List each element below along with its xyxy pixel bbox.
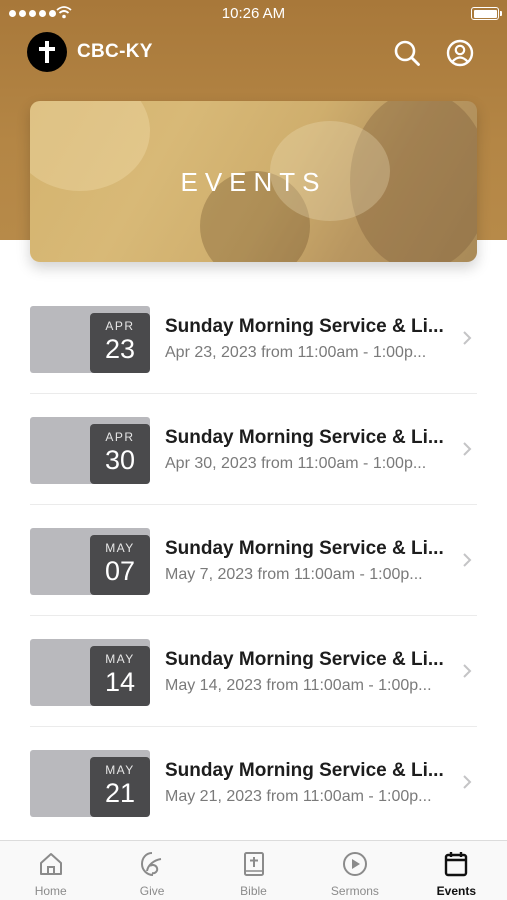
date-day: 14 <box>104 667 136 697</box>
event-datetime: May 21, 2023 from 11:00am - 1:00p... <box>165 788 432 805</box>
tab-bar: Home Give Bible Sermons Events <box>0 840 507 900</box>
chevron-right-icon <box>463 664 472 678</box>
date-day: 23 <box>104 334 136 364</box>
status-time: 10:26 AM <box>221 5 286 22</box>
date-month: APR <box>105 319 135 333</box>
tab-label: Events <box>436 884 476 898</box>
event-title: Sunday Morning Service & Li... <box>165 760 444 781</box>
event-list-item[interactable]: APR 23 Sunday Morning Service & Li... Ap… <box>30 283 477 394</box>
date-day: 07 <box>104 556 136 586</box>
date-badge: APR 30 <box>90 424 150 484</box>
date-month: MAY <box>105 652 135 666</box>
tab-sermons[interactable]: Sermons <box>304 841 405 900</box>
chevron-right-icon <box>463 442 472 456</box>
tab-label: Sermons <box>330 884 379 898</box>
event-title: Sunday Morning Service & Li... <box>165 649 444 670</box>
event-list-item[interactable]: MAY 21 Sunday Morning Service & Li... Ma… <box>30 727 477 838</box>
hero-title: EVENTS <box>180 167 327 197</box>
tab-label: Home <box>34 884 67 898</box>
chevron-right-icon <box>463 331 472 345</box>
user-account-icon[interactable] <box>446 39 474 67</box>
event-list-item[interactable]: APR 30 Sunday Morning Service & Li... Ap… <box>30 394 477 505</box>
date-day: 30 <box>104 445 136 475</box>
date-badge: MAY 07 <box>90 535 150 595</box>
event-datetime: Apr 23, 2023 from 11:00am - 1:00p... <box>165 344 427 361</box>
event-title: Sunday Morning Service & Li... <box>165 538 444 559</box>
date-day: 21 <box>104 778 136 808</box>
date-badge: MAY 14 <box>90 646 150 706</box>
cross-icon[interactable] <box>27 32 67 72</box>
date-badge: APR 23 <box>90 313 150 373</box>
tab-label: Bible <box>240 884 267 898</box>
date-month: MAY <box>105 541 135 555</box>
play-circle-icon <box>342 852 367 876</box>
event-list-item[interactable]: MAY 07 Sunday Morning Service & Li... Ma… <box>30 505 477 616</box>
home-icon <box>39 853 62 875</box>
give-icon <box>141 852 162 876</box>
tab-events[interactable]: Events <box>406 841 507 900</box>
event-datetime: May 7, 2023 from 11:00am - 1:00p... <box>165 566 423 583</box>
date-month: MAY <box>105 763 135 777</box>
events-hero-banner: EVENTS <box>30 101 477 262</box>
tab-label: Give <box>139 884 165 898</box>
event-list-item[interactable]: MAY 14 Sunday Morning Service & Li... Ma… <box>30 616 477 727</box>
tab-home[interactable]: Home <box>0 841 101 900</box>
event-datetime: May 14, 2023 from 11:00am - 1:00p... <box>165 677 432 694</box>
search-icon[interactable] <box>393 39 421 67</box>
event-datetime: Apr 30, 2023 from 11:00am - 1:00p... <box>165 455 427 472</box>
calendar-icon <box>445 852 468 877</box>
date-month: APR <box>105 430 135 444</box>
event-title: Sunday Morning Service & Li... <box>165 427 444 448</box>
date-badge: MAY 21 <box>90 757 150 817</box>
tab-bible[interactable]: Bible <box>203 841 304 900</box>
chevron-right-icon <box>463 553 472 567</box>
battery-icon <box>471 7 502 20</box>
chevron-right-icon <box>463 775 472 789</box>
status-bar: 10:26 AM <box>0 0 507 28</box>
event-list: APR 23 Sunday Morning Service & Li... Ap… <box>30 283 477 838</box>
event-title: Sunday Morning Service & Li... <box>165 316 444 337</box>
tab-give[interactable]: Give <box>101 841 202 900</box>
bible-icon <box>243 852 264 876</box>
app-title: CBC-KY <box>77 41 153 62</box>
